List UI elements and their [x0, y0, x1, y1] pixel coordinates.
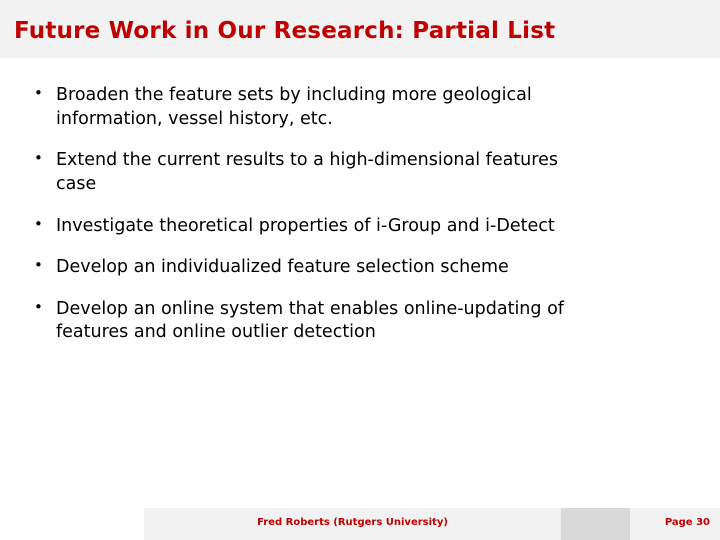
- slide-body: Broaden the feature sets by including mo…: [0, 58, 720, 478]
- list-item: Investigate theoretical properties of i-…: [0, 214, 720, 239]
- list-item: Develop an online system that enables on…: [0, 297, 720, 345]
- list-item: Develop an individualized feature select…: [0, 255, 720, 280]
- list-item: Extend the current results to a high-dim…: [0, 148, 720, 196]
- slide: Future Work in Our Research: Partial Lis…: [0, 0, 720, 540]
- bullet-line: case: [56, 173, 97, 194]
- list-item: Broaden the feature sets by including mo…: [0, 83, 720, 131]
- footer-attribution: Fred Roberts (Rutgers University): [257, 517, 448, 528]
- bullet-line: Broaden the feature sets by including mo…: [56, 85, 532, 105]
- bullet-line: Develop an online system that enables on…: [56, 298, 564, 319]
- bullet-list: Broaden the feature sets by including mo…: [0, 83, 720, 345]
- bullet-line: information, vessel history, etc.: [56, 108, 333, 129]
- footer-gray-band: [561, 508, 630, 540]
- bullet-line: Extend the current results to a high-dim…: [56, 150, 558, 171]
- page-title: Future Work in Our Research: Partial Lis…: [14, 18, 556, 44]
- bullet-line: Develop an individualized feature select…: [56, 257, 509, 278]
- bullet-line: features and online outlier detection: [56, 322, 376, 343]
- slide-footer: Fred Roberts (Rutgers University) Page 3…: [0, 508, 720, 540]
- footer-left-blank: [0, 508, 144, 540]
- page-number: Page 30: [664, 517, 710, 528]
- bullet-line: Investigate theoretical properties of i-…: [56, 215, 555, 236]
